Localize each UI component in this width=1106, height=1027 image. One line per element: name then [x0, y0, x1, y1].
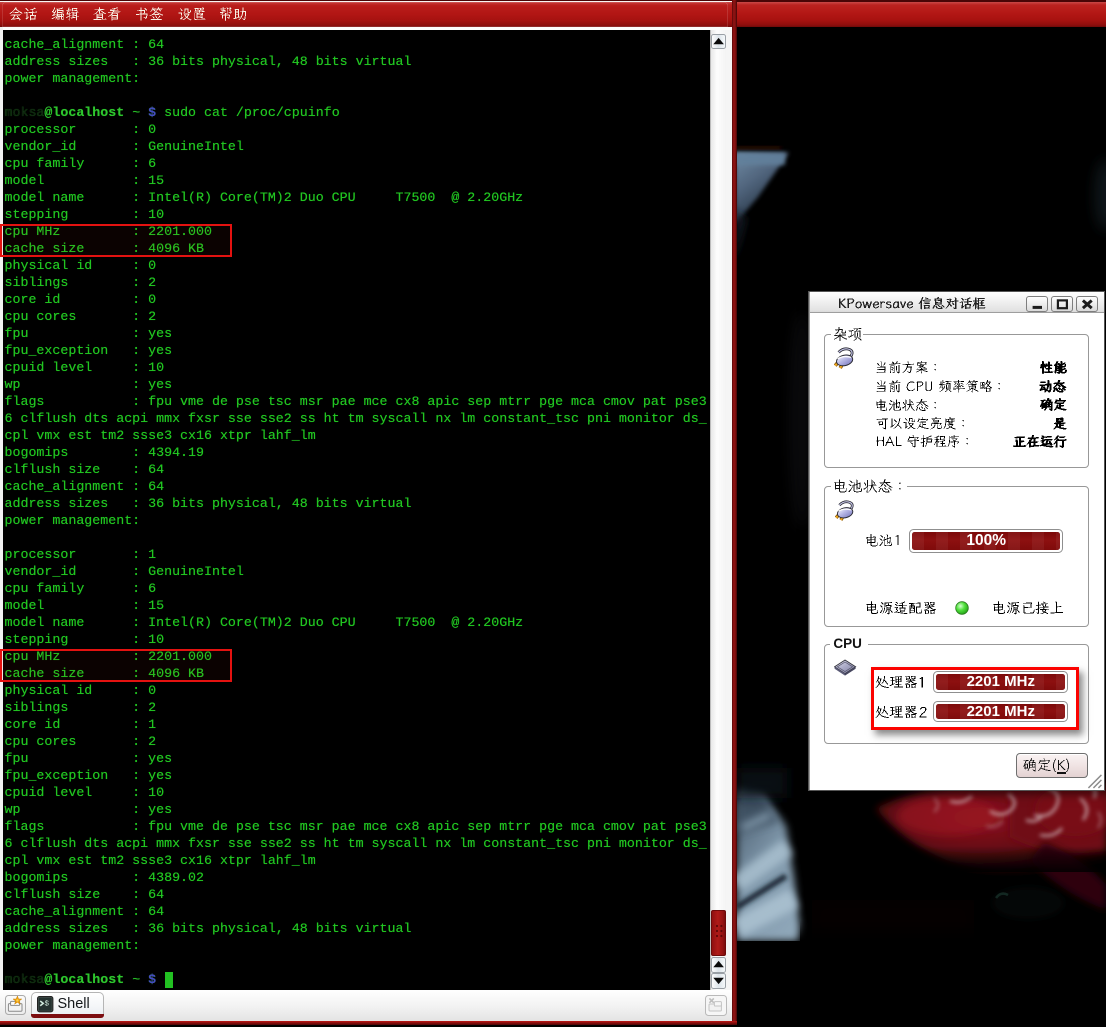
svg-text:$: $ [45, 1001, 50, 1009]
